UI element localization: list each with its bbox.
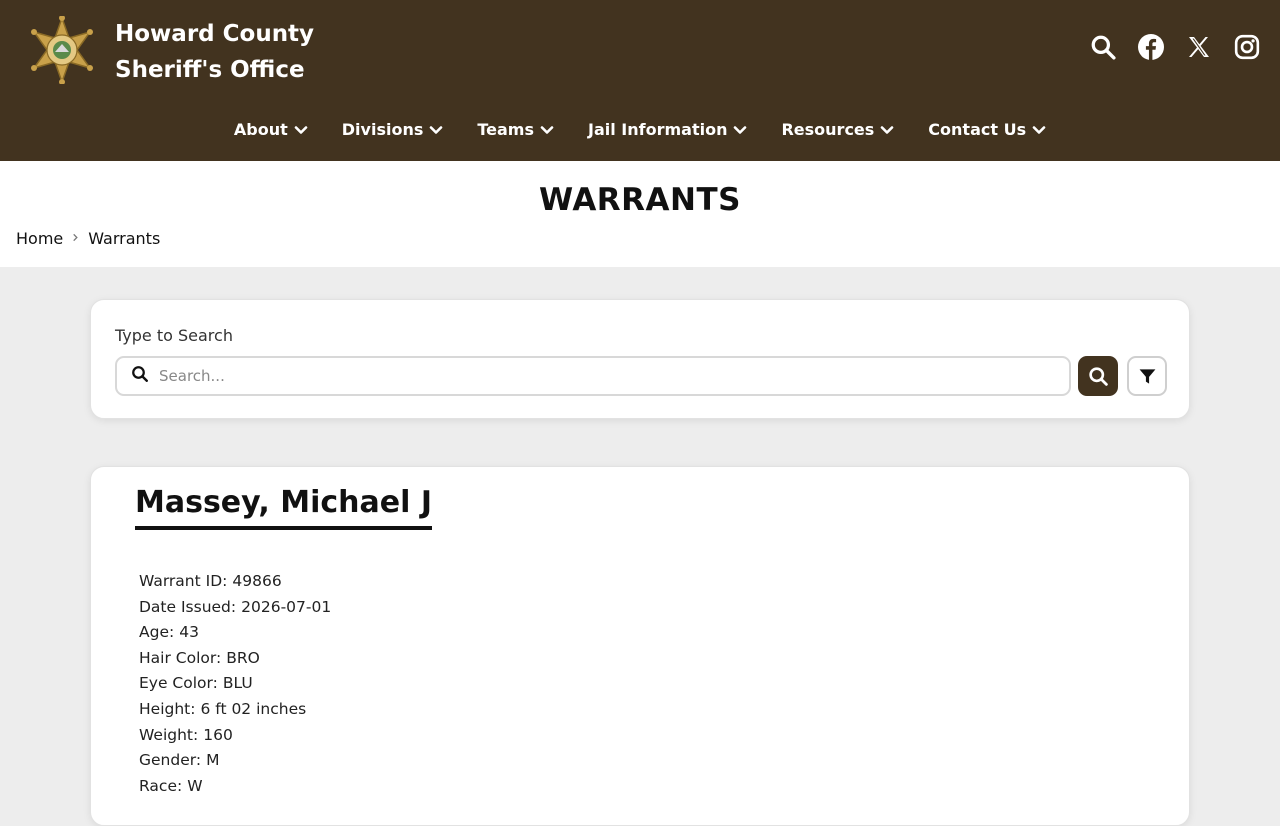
chevron-right-icon [71,231,80,246]
search-input[interactable] [159,367,1039,385]
detail-value: M [206,751,220,770]
detail-row-warrant-id: Warrant ID: 49866 [139,569,331,595]
x-icon[interactable] [1186,34,1212,60]
detail-value: 49866 [232,572,282,590]
header-icons [1090,34,1260,60]
site-title-line1: Howard County [115,21,315,47]
nav-item-label: About [233,120,288,139]
site-title[interactable]: Howard County Sheriff's Office [115,16,314,88]
page-title-bar: WARRANTS Home Warrants [0,161,1280,267]
nav-item-teams[interactable]: Teams [477,120,554,139]
detail-label: Weight: [139,725,199,744]
detail-row-age: Age: 43 [139,620,331,646]
search-icon [131,365,149,387]
chevron-down-icon [880,125,894,134]
detail-label: Warrant ID: [139,572,228,590]
nav-item-label: Contact Us [928,120,1027,139]
nav-item-label: Divisions [341,120,424,139]
detail-label: Height: [139,699,196,718]
detail-value: W [187,776,203,795]
filter-icon [1139,368,1155,384]
search-button[interactable] [1078,356,1118,396]
chevron-down-icon [540,125,554,134]
detail-label: Age: [139,623,175,642]
site-title-line2: Sheriff's Office [115,57,305,83]
instagram-icon[interactable] [1234,34,1260,60]
breadcrumb-home-link[interactable]: Home [16,229,63,248]
chevron-down-icon [1032,125,1046,134]
detail-label: Gender: [139,751,202,770]
breadcrumb-current: Warrants [88,229,161,248]
sheriff-star-logo[interactable] [28,15,96,85]
detail-label: Eye Color: [139,674,218,693]
detail-value: 160 [203,725,233,744]
detail-value: BRO [226,648,260,667]
nav-item-divisions[interactable]: Divisions [342,120,444,139]
site-header: Howard County Sheriff's Office About Div… [0,0,1280,161]
search-box [115,356,1071,396]
nav-item-about[interactable]: About [234,120,308,139]
detail-row-weight: Weight: 160 [139,723,331,749]
detail-label: Hair Color: [139,648,222,667]
warrant-card: Massey, Michael J Warrant ID: 49866 Date… [90,466,1190,826]
nav-item-label: Resources [781,120,875,139]
chevron-down-icon [430,125,443,134]
detail-value: BLU [222,674,253,693]
detail-row-height: Height: 6 ft 02 inches [139,697,331,723]
search-label: Type to Search [115,326,233,345]
nav-item-contact-us[interactable]: Contact Us [928,120,1046,139]
search-card: Type to Search [90,299,1190,419]
detail-label: Race: [139,776,183,795]
nav-item-label: Teams [477,120,534,139]
facebook-icon[interactable] [1138,34,1164,60]
nav-item-label: Jail Information [588,120,728,139]
detail-row-date-issued: Date Issued: 2026-07-01 [139,595,331,621]
detail-value: 6 ft 02 inches [200,699,307,718]
filter-button[interactable] [1127,356,1167,396]
nav-item-resources[interactable]: Resources [781,120,894,139]
warrant-name[interactable]: Massey, Michael J [135,485,432,530]
detail-value: 43 [179,623,199,642]
search-icon[interactable] [1090,34,1116,60]
detail-row-hair-color: Hair Color: BRO [139,646,331,672]
page-title: WARRANTS [539,182,741,218]
warrant-details: Warrant ID: 49866 Date Issued: 2026-07-0… [139,569,331,799]
detail-value: 2026-07-01 [241,597,332,616]
detail-row-eye-color: Eye Color: BLU [139,671,331,697]
chevron-down-icon [294,125,308,134]
breadcrumb: Home Warrants [16,229,160,248]
main-nav: About Divisions Teams Jail Information R… [0,120,1280,139]
chevron-down-icon [734,125,747,134]
detail-row-race: Race: W [139,774,331,800]
nav-item-jail-information[interactable]: Jail Information [588,120,747,139]
detail-label: Date Issued: [139,597,237,616]
detail-row-gender: Gender: M [139,748,331,774]
search-icon [1088,366,1108,386]
